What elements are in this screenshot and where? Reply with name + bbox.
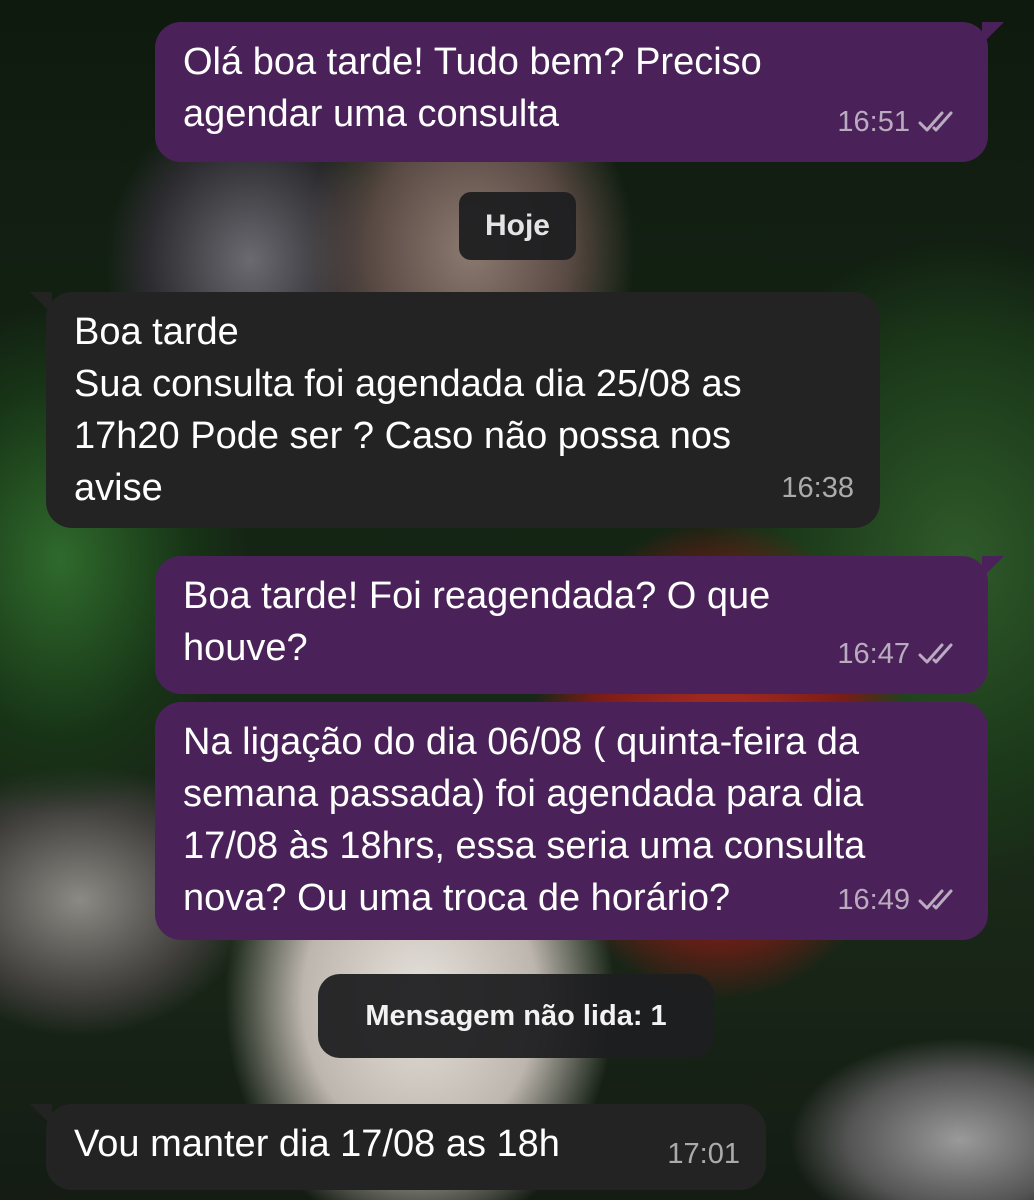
message-time: 16:47 bbox=[837, 638, 910, 670]
message-meta: 16:49 bbox=[837, 874, 962, 926]
chat-thread[interactable]: Olá boa tarde! Tudo bem? Preciso agendar… bbox=[0, 0, 1034, 1200]
message-meta: 16:51 bbox=[837, 96, 962, 148]
bubble-tail bbox=[30, 1104, 52, 1126]
unread-separator: Mensagem não lida: 1 bbox=[318, 974, 714, 1058]
message-bubble-outgoing[interactable]: Boa tarde! Foi reagendada? O que houve? … bbox=[155, 556, 1004, 694]
unread-separator-label: Mensagem não lida: 1 bbox=[365, 999, 667, 1032]
message-time: 16:49 bbox=[837, 884, 910, 916]
message-bubble-incoming[interactable]: Vou manter dia 17/08 as 18h 17:01 bbox=[30, 1104, 766, 1190]
date-separator-label: Hoje bbox=[484, 209, 550, 242]
message-bubble-outgoing[interactable]: Olá boa tarde! Tudo bem? Preciso agendar… bbox=[155, 22, 1004, 162]
date-separator: Hoje bbox=[459, 192, 576, 260]
message-meta: 17:01 bbox=[667, 1128, 740, 1180]
message-time: 17:01 bbox=[667, 1138, 740, 1170]
double-check-icon bbox=[918, 111, 953, 132]
bubble-tail bbox=[982, 22, 1004, 44]
message-time: 16:51 bbox=[837, 106, 910, 138]
bubble-tail bbox=[982, 556, 1004, 578]
message-meta: 16:47 bbox=[837, 628, 962, 680]
message-meta: 16:38 bbox=[781, 462, 854, 514]
message-text: Vou manter dia 17/08 as 18h bbox=[74, 1123, 560, 1165]
message-bubble-incoming[interactable]: Boa tarde Sua consulta foi agendada dia … bbox=[30, 292, 880, 528]
message-time: 16:38 bbox=[781, 472, 854, 504]
message-bubble-outgoing[interactable]: Na ligação do dia 06/08 ( quinta-feira d… bbox=[155, 702, 988, 940]
bubble-tail bbox=[30, 292, 52, 314]
double-check-icon bbox=[918, 889, 953, 910]
double-check-icon bbox=[918, 643, 953, 664]
message-text: Boa tarde Sua consulta foi agendada dia … bbox=[74, 311, 742, 509]
